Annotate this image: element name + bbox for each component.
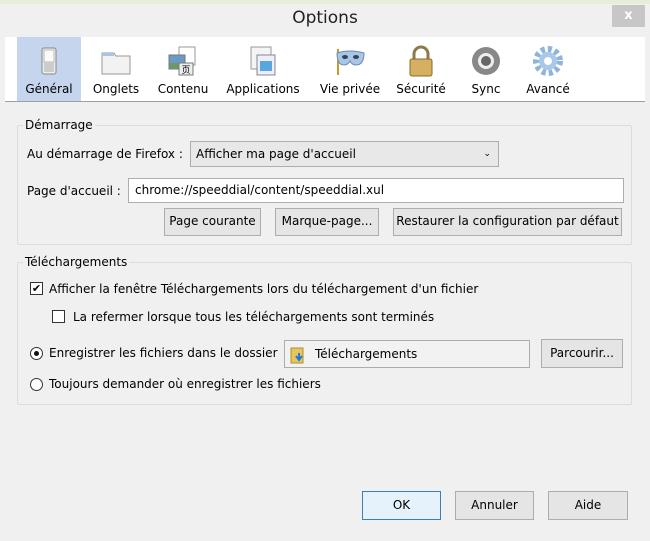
tabs-folder-icon: [101, 52, 131, 75]
tab-applications[interactable]: Applications: [223, 37, 303, 101]
preferences-toolbar: Général Onglets 页 Contenu Applications V…: [5, 37, 645, 102]
tab-label: Onglets: [92, 82, 140, 96]
svg-text:页: 页: [181, 65, 190, 76]
startup-select-value: Afficher ma page d'accueil: [196, 147, 356, 161]
tab-vie-privee[interactable]: Vie privée: [315, 37, 385, 101]
background-strip: [0, 0, 650, 4]
use-current-page-button[interactable]: Page courante: [164, 208, 261, 236]
always-ask-label: Toujours demander où enregistrer les fic…: [49, 377, 321, 391]
always-ask-radio[interactable]: [30, 378, 43, 391]
show-downloads-label: Afficher la fenêtre Téléchargements lors…: [49, 282, 479, 296]
tab-label: Avancé: [526, 82, 570, 96]
switch-icon: [41, 47, 57, 75]
chevron-down-icon: ⌄: [483, 149, 491, 159]
download-folder-field[interactable]: Téléchargements: [284, 340, 530, 368]
ok-button[interactable]: OK: [362, 491, 441, 520]
use-bookmark-button[interactable]: Marque-page...: [275, 208, 379, 236]
tab-contenu[interactable]: 页 Contenu: [153, 37, 213, 101]
restore-default-button[interactable]: Restaurer la configuration par défaut: [393, 208, 622, 236]
downloads-legend: Téléchargements: [25, 255, 128, 269]
tab-securite[interactable]: Sécurité: [393, 37, 449, 101]
save-to-label: Enregistrer les fichiers dans le dossier: [49, 346, 278, 360]
content-icon: 页: [168, 46, 196, 76]
tab-label: Applications: [226, 82, 300, 96]
sync-icon: [472, 47, 500, 75]
show-downloads-checkbox[interactable]: ✔: [30, 282, 43, 295]
tab-label: Général: [25, 82, 73, 96]
close-when-done-checkbox[interactable]: [52, 310, 65, 323]
home-page-label: Page d'accueil :: [27, 184, 121, 198]
browse-button[interactable]: Parcourir...: [541, 339, 623, 368]
gear-icon: [533, 46, 563, 76]
help-button[interactable]: Aide: [548, 491, 628, 520]
tab-label: Contenu: [157, 82, 209, 96]
startup-when-label: Au démarrage de Firefox :: [27, 147, 183, 161]
tab-general[interactable]: Général: [17, 37, 81, 101]
mask-icon: [336, 49, 365, 75]
padlock-icon: [409, 45, 433, 77]
tab-label: Sync: [471, 82, 501, 96]
download-folder-value: Téléchargements: [315, 347, 418, 361]
tab-onglets[interactable]: Onglets: [85, 37, 147, 101]
applications-icon: [250, 46, 276, 76]
tab-avance[interactable]: Avancé: [519, 37, 577, 101]
tab-sync[interactable]: Sync: [461, 37, 511, 101]
window-title: Options: [292, 8, 358, 28]
startup-select[interactable]: Afficher ma page d'accueil ⌄: [190, 141, 499, 167]
folder-download-icon: [290, 347, 304, 364]
cancel-button[interactable]: Annuler: [455, 491, 534, 520]
tab-label: Sécurité: [396, 82, 446, 96]
close-button[interactable]: x: [612, 5, 645, 27]
close-when-done-label: La refermer lorsque tous les téléchargem…: [73, 310, 435, 324]
save-to-radio[interactable]: [30, 347, 43, 360]
home-page-input[interactable]: chrome://speeddial/content/speeddial.xul: [128, 178, 624, 203]
startup-legend: Démarrage: [25, 118, 93, 132]
tab-label: Vie privée: [319, 82, 381, 96]
